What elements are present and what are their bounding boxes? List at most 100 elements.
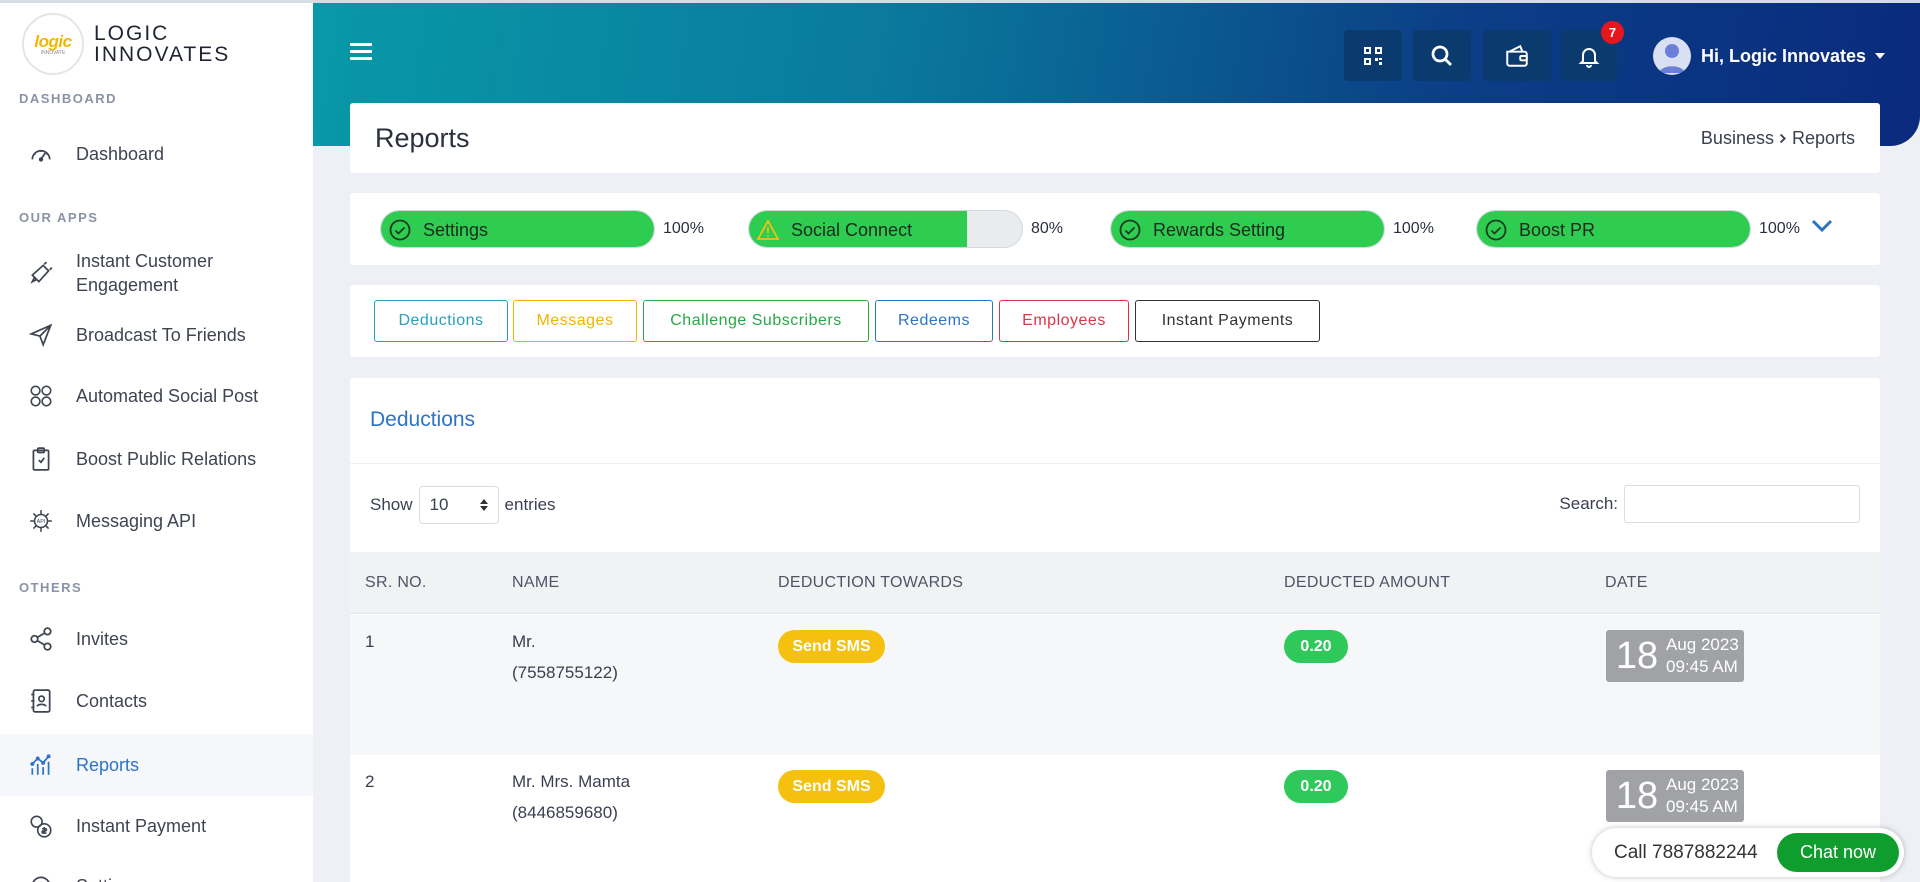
sidebar-item-label: Messaging API bbox=[76, 511, 197, 531]
sidebar-item-label: Instant Payment bbox=[76, 816, 207, 836]
search-input[interactable] bbox=[1624, 485, 1860, 523]
sidebar-item-automated-social-post[interactable]: Automated Social Post bbox=[0, 380, 313, 412]
user-greeting: Hi, Logic Innovates bbox=[1701, 45, 1867, 66]
date-day: 18 bbox=[1615, 635, 1659, 677]
wallet-icon bbox=[1504, 43, 1530, 69]
amount-badge: 0.20 bbox=[1284, 770, 1348, 803]
sidebar: logic INNOVATE LOGIC INNOVATES DASHBOARD… bbox=[0, 0, 313, 882]
sidebar-item-label: Settings bbox=[76, 874, 141, 882]
section-others: OTHERS bbox=[19, 580, 83, 595]
brand-name-line2: INNOVATES bbox=[94, 43, 231, 66]
sidebar-item-contacts[interactable]: Contacts bbox=[0, 685, 313, 717]
chat-now-button[interactable]: Chat now bbox=[1777, 833, 1899, 872]
search-label: Search: bbox=[1559, 494, 1618, 513]
cell-name: Mr. bbox=[512, 632, 536, 651]
wallet-button[interactable] bbox=[1483, 30, 1551, 81]
sidebar-item-label: Boost Public Relations bbox=[76, 449, 257, 469]
tab-challenge-subscribers[interactable]: Challenge Subscribers bbox=[643, 300, 869, 342]
share-icon bbox=[28, 626, 54, 652]
progress-percent: 100% bbox=[1759, 220, 1800, 237]
search-button[interactable] bbox=[1413, 30, 1471, 81]
notifications-button[interactable]: 7 bbox=[1561, 21, 1624, 81]
tab-deductions[interactable]: Deductions bbox=[374, 300, 508, 342]
progress-rewards-setting[interactable]: Rewards Setting 100% bbox=[1110, 210, 1434, 248]
sidebar-item-messaging-api[interactable]: API Messaging API bbox=[0, 505, 313, 537]
expand-chevron-icon[interactable] bbox=[1810, 218, 1834, 238]
sidebar-item-boost-public-relations[interactable]: Boost Public Relations bbox=[0, 443, 313, 475]
clipboard-icon bbox=[28, 446, 54, 472]
sidebar-item-label: Reports bbox=[76, 755, 140, 775]
date-detail: Aug 2023 09:45 AM bbox=[1666, 634, 1739, 678]
bell-icon bbox=[1577, 44, 1601, 68]
chevron-down-icon bbox=[1875, 53, 1886, 59]
progress-bar: Settings bbox=[380, 210, 655, 248]
sidebar-item-instant-payment[interactable]: Instant Payment bbox=[0, 810, 313, 842]
divider bbox=[350, 463, 1880, 464]
show-label: Show bbox=[370, 495, 413, 514]
search-icon bbox=[1430, 44, 1454, 68]
gauge-icon bbox=[28, 141, 54, 167]
entries-value: 10 bbox=[429, 495, 449, 514]
user-menu[interactable]: Hi, Logic Innovates bbox=[1653, 37, 1886, 75]
sidebar-item-reports[interactable]: Reports bbox=[0, 734, 313, 796]
sidebar-item-label: Dashboard bbox=[76, 144, 165, 164]
sidebar-item-label: Invites bbox=[76, 629, 129, 649]
column-name[interactable]: NAME bbox=[512, 574, 559, 592]
tab-instant-payments[interactable]: Instant Payments bbox=[1135, 300, 1320, 342]
menu-toggle-icon[interactable] bbox=[350, 43, 372, 61]
payment-icon bbox=[28, 813, 54, 839]
tab-employees[interactable]: Employees bbox=[999, 300, 1129, 342]
progress-bar: Boost PR bbox=[1476, 210, 1751, 248]
brand-name: LOGIC INNOVATES bbox=[94, 23, 230, 65]
setup-progress: Settings 100% Social Connect 80% Rewards… bbox=[350, 193, 1880, 265]
date-month-year: Aug 2023 bbox=[1666, 635, 1739, 654]
logo-mark-text: logic bbox=[34, 31, 72, 51]
column-deduction-towards[interactable]: DEDUCTION TOWARDS bbox=[778, 574, 963, 592]
progress-percent: 80% bbox=[1031, 220, 1064, 237]
column-sr-no[interactable]: SR. NO. bbox=[365, 574, 427, 592]
column-deducted-amount[interactable]: DEDUCTED AMOUNT bbox=[1284, 574, 1450, 592]
breadcrumb: Business Reports bbox=[1701, 128, 1855, 149]
cell-sr-no: 1 bbox=[365, 632, 375, 651]
cell-phone: (8446859680) bbox=[512, 803, 618, 822]
call-number[interactable]: Call 7887882244 bbox=[1614, 842, 1758, 864]
social-icon bbox=[28, 383, 54, 409]
progress-percent: 100% bbox=[1393, 220, 1434, 237]
sidebar-item-settings[interactable]: Settings bbox=[0, 870, 313, 882]
progress-settings[interactable]: Settings 100% bbox=[380, 210, 704, 248]
entries-length: Show 10 entries bbox=[370, 486, 556, 524]
progress-bar: Social Connect bbox=[748, 210, 1023, 248]
brand-logo[interactable]: logic INNOVATE LOGIC INNOVATES bbox=[22, 13, 230, 75]
qr-code-button[interactable] bbox=[1344, 30, 1402, 81]
table-row: 1 Mr. (7558755122) Send SMS 0.20 18 Aug … bbox=[350, 615, 1880, 755]
warning-icon bbox=[757, 219, 779, 241]
progress-social-connect[interactable]: Social Connect 80% bbox=[748, 210, 1063, 248]
deductions-panel: Deductions Show 10 entries Search: SR. N… bbox=[350, 378, 1880, 882]
page-header: Reports Business Reports bbox=[350, 103, 1880, 173]
sidebar-item-broadcast-to-friends[interactable]: Broadcast To Friends bbox=[0, 319, 313, 351]
sidebar-item-dashboard[interactable]: Dashboard bbox=[0, 138, 313, 170]
sidebar-item-instant-customer-engagement[interactable]: Instant Customer Engagement bbox=[0, 246, 313, 300]
brand-name-line1: LOGIC bbox=[94, 22, 170, 45]
svg-text:API: API bbox=[37, 519, 46, 525]
progress-label: Boost PR bbox=[1519, 220, 1596, 240]
entries-label: entries bbox=[504, 495, 556, 514]
date-time: 09:45 AM bbox=[1666, 797, 1738, 816]
breadcrumb-business[interactable]: Business bbox=[1701, 128, 1774, 149]
tab-redeems[interactable]: Redeems bbox=[875, 300, 993, 342]
progress-label: Rewards Setting bbox=[1153, 220, 1286, 240]
column-date[interactable]: DATE bbox=[1605, 574, 1648, 592]
send-icon bbox=[28, 322, 54, 348]
chat-widget: Call 7887882244 Chat now bbox=[1592, 828, 1904, 877]
date-day: 18 bbox=[1615, 775, 1659, 817]
qr-code-icon bbox=[1361, 44, 1385, 68]
cell-phone: (7558755122) bbox=[512, 663, 618, 682]
chart-icon bbox=[28, 752, 54, 778]
date-badge: 18 Aug 2023 09:45 AM bbox=[1606, 770, 1744, 822]
tab-messages[interactable]: Messages bbox=[513, 300, 637, 342]
logo-mark: logic INNOVATE bbox=[22, 13, 84, 75]
entries-select[interactable]: 10 bbox=[418, 486, 499, 524]
chevron-right-icon bbox=[1779, 133, 1787, 144]
progress-boost-pr[interactable]: Boost PR 100% bbox=[1476, 210, 1800, 248]
sidebar-item-invites[interactable]: Invites bbox=[0, 623, 313, 655]
